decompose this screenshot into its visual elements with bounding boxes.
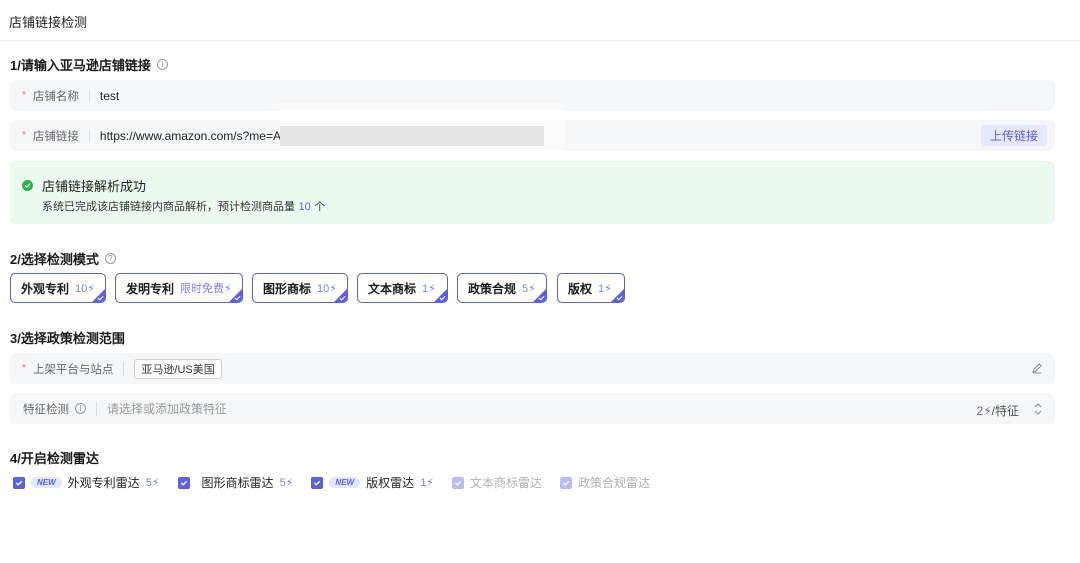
mode-copyright[interactable]: 版权 1⚡ [557,273,625,303]
store-link-label: 店铺链接 [32,128,79,143]
edit-icon[interactable] [1031,362,1043,374]
mode-graphic-trademark[interactable]: 图形商标 10⚡ [252,273,348,303]
new-badge: NEW [31,477,62,488]
redaction-bar [280,126,544,146]
mode-name: 外观专利 [21,281,70,296]
parse-success-box: 店铺链接解析成功 系统已完成该店铺链接内商品解析，预计检测商品量 10 个 [10,161,1055,224]
step4-title-text: 4/开启检测雷达 [10,451,99,466]
mode-design-patent[interactable]: 外观专利 10⚡ [10,273,106,303]
up-down-chevron-icon[interactable] [1033,402,1043,416]
step1-title: 1/请输入亚马逊店铺链接 i [10,55,168,74]
required-mark: * [22,363,26,374]
success-desc-prefix: 系统已完成该店铺链接内商品解析，预计检测商品量 [42,200,295,213]
feature-detection-field[interactable]: 特征检测 i 请选择或添加政策特征 2⚡/特征 [10,393,1055,424]
checkbox-disabled [451,476,464,489]
divider [88,88,90,103]
upload-link-button[interactable]: 上传链接 [980,125,1047,146]
mode-name: 政策合规 [468,281,517,296]
check-icon [97,295,104,301]
mode-invention-patent[interactable]: 发明专利 限时免费⚡ [115,273,243,303]
required-mark: * [22,130,26,141]
step2-title: 2/选择检测模式 ? [10,249,116,268]
check-icon [439,295,446,301]
radar-name: 外观专利雷达 [67,476,140,490]
radar-name: 政策合规雷达 [577,476,650,490]
feature-cost: 2⚡/特征 [977,402,1019,419]
mode-text-trademark[interactable]: 文本商标 1⚡ [357,273,448,303]
mode-name: 文本商标 [368,281,417,296]
store-name-label: 店铺名称 [32,88,79,103]
platform-tag[interactable]: 亚马逊/US美国 [134,358,222,379]
required-mark: * [22,90,26,101]
step1-title-text: 1/请输入亚马逊店铺链接 [10,58,151,73]
page-title: 店铺链接检测 [9,16,88,31]
mode-cost: 10 [75,282,88,295]
mode-name: 版权 [568,281,593,296]
checkbox[interactable] [311,476,324,489]
info-icon[interactable]: i [75,403,86,414]
divider [123,361,125,376]
platform-site-label: 上架平台与站点 [32,361,114,376]
radar-name: 图形商标雷达 [201,476,274,490]
success-count: 10 [298,201,311,213]
check-icon [234,295,241,301]
new-badge: NEW [329,477,361,488]
checkbox[interactable] [13,476,25,489]
radar-name: 文本商标雷达 [469,476,542,490]
success-title: 店铺链接解析成功 [42,180,147,195]
page-header: 店铺链接检测 [0,0,1080,41]
mode-policy-compliance[interactable]: 政策合规 5⚡ [457,273,547,303]
step3-title-text: 3/选择政策检测范围 [10,331,125,346]
divider [88,128,90,143]
check-icon [538,295,545,301]
success-check-icon [22,180,33,191]
radar-graphic-trademark[interactable]: 图形商标雷达 5⚡ [177,474,294,491]
step4-title: 4/开启检测雷达 [10,448,99,467]
mode-cost: 限时免费 [180,283,225,295]
success-description: 系统已完成该店铺链接内商品解析，预计检测商品量 10 个 [42,198,325,214]
help-icon[interactable]: ? [104,253,116,264]
check-icon [339,295,346,301]
platform-site-field[interactable]: * 上架平台与站点 亚马逊/US美国 [10,353,1055,384]
checkbox[interactable] [177,476,190,489]
radar-copyright[interactable]: NEW 版权雷达 1⚡ [311,474,434,491]
mode-name: 发明专利 [126,281,175,296]
bolt-icon: ⚡ [151,477,160,489]
checkbox-disabled [559,476,572,489]
check-icon [616,295,623,301]
radar-name: 版权雷达 [366,476,415,490]
feature-detection-label: 特征检测 [23,401,69,416]
radar-design-patent[interactable]: NEW 外观专利雷达 5⚡ [13,474,160,491]
radar-text-trademark: 文本商标雷达 [451,474,542,491]
step2-title-text: 2/选择检测模式 [10,252,99,267]
success-desc-suffix: 个 [314,200,326,213]
bolt-icon: ⚡ [426,477,434,489]
step3-title: 3/选择政策检测范围 [10,328,125,347]
mode-cost: 10 [317,282,330,295]
feature-cost-unit: /特征 [991,404,1019,418]
radar-policy-compliance: 政策合规雷达 [559,474,650,491]
store-name-input[interactable]: test [100,89,119,103]
feature-select-input[interactable]: 请选择或添加政策特征 [107,400,227,417]
info-icon[interactable]: i [156,59,168,70]
mode-name: 图形商标 [263,281,312,296]
store-link-input[interactable]: https://www.amazon.com/s?me=A3E [100,129,296,143]
bolt-icon: ⚡ [983,404,992,418]
divider [96,401,97,416]
bolt-icon: ⚡ [285,477,294,489]
radar-list: NEW 外观专利雷达 5⚡ 图形商标雷达 5⚡ NEW 版权雷达 1⚡ 文本商标… [13,474,668,491]
